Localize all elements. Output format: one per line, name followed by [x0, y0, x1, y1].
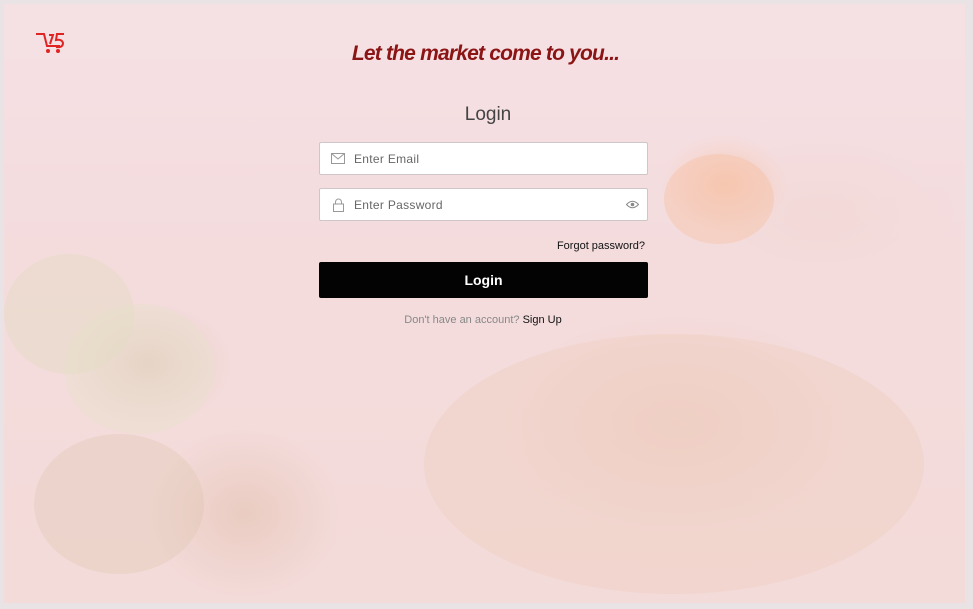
password-input[interactable] [352, 188, 625, 221]
email-field[interactable] [319, 142, 648, 175]
login-page: Let the market come to you... Login Forg… [4, 4, 965, 603]
background-overlay [4, 4, 965, 603]
password-field[interactable] [319, 188, 648, 221]
email-input[interactable] [352, 142, 647, 175]
tagline: Let the market come to you... [351, 42, 620, 65]
signup-prompt-text: Don't have an account? [404, 314, 520, 326]
envelope-icon [330, 151, 346, 167]
shopping-cart-logo-icon[interactable] [34, 30, 70, 58]
login-heading: Login [464, 104, 512, 125]
login-button[interactable]: Login [319, 262, 648, 298]
forgot-password-link[interactable]: Forgot password? [557, 240, 645, 252]
signup-prompt-row: Don't have an account? Sign Up [324, 314, 642, 326]
eye-icon[interactable] [625, 198, 639, 212]
lock-icon [330, 197, 346, 213]
signup-link[interactable]: Sign Up [523, 314, 562, 326]
